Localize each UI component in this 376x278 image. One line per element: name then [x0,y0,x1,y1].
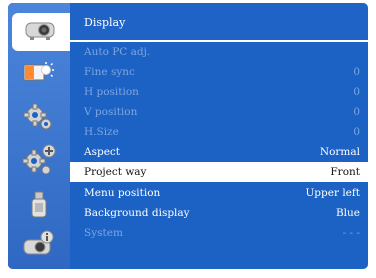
menu-items-list: Auto PC adj. Fine sync 0 H position 0 V … [70,42,368,269]
menu-row-value: Normal [319,146,360,158]
menu-row-label: H position [84,86,139,98]
projector-osd-menu: Display Auto PC adj. Fine sync 0 H posit… [8,3,368,269]
menu-row-value: 0 [353,66,360,78]
setting-gear-icon [23,103,52,130]
menu-category-sidebar [8,3,70,269]
menu-row-aspect[interactable]: Aspect Normal [70,142,368,162]
sidebar-item-information[interactable] [14,227,64,263]
menu-row-value: 0 [353,106,360,118]
menu-row-fine-sync: Fine sync 0 [70,62,368,82]
sidebar-item-setting[interactable] [14,99,64,135]
menu-row-auto-pc-adj: Auto PC adj. [70,42,368,62]
menu-row-project-way[interactable]: Project way Front [70,162,368,182]
display-icon [25,22,55,40]
menu-title-bar: Display [70,3,368,42]
menu-row-label: Fine sync [84,66,135,78]
menu-row-label: V position [84,106,138,118]
menu-row-label: Auto PC adj. [84,46,151,58]
menu-row-value: - - - [342,227,360,239]
menu-row-label: System [84,227,123,239]
menu-row-h-position: H position 0 [70,82,368,102]
menu-row-value: Front [330,166,360,178]
menu-row-value: Blue [335,207,360,219]
menu-panel: Display Auto PC adj. Fine sync 0 H posit… [70,3,368,269]
menu-row-background-display[interactable]: Background display Blue [70,203,368,223]
sidebar-item-memory-viewer[interactable] [14,187,64,223]
menu-row-label: Menu position [84,187,161,199]
menu-row-system: System - - - [70,223,368,243]
menu-row-menu-position[interactable]: Menu position Upper left [70,183,368,203]
menu-row-v-position: V position 0 [70,102,368,122]
expanded-setting-gears-icon [22,144,56,175]
menu-row-label: Aspect [84,146,121,158]
sidebar-item-expanded-setting[interactable] [14,142,64,178]
menu-row-h-size: H.Size 0 [70,122,368,142]
menu-row-label: H.Size [84,126,119,138]
menu-row-value: 0 [353,126,360,138]
menu-row-value: 0 [353,86,360,98]
picture-adjust-icon [23,62,54,81]
menu-row-label: Project way [84,166,147,178]
sidebar-item-display[interactable] [12,13,70,51]
information-icon [23,230,54,255]
menu-title: Display [84,16,126,29]
usb-memory-icon [31,191,47,218]
sidebar-item-picture-adjust[interactable] [14,55,64,91]
menu-row-label: Background display [84,207,190,219]
menu-row-value: Upper left [305,187,360,199]
